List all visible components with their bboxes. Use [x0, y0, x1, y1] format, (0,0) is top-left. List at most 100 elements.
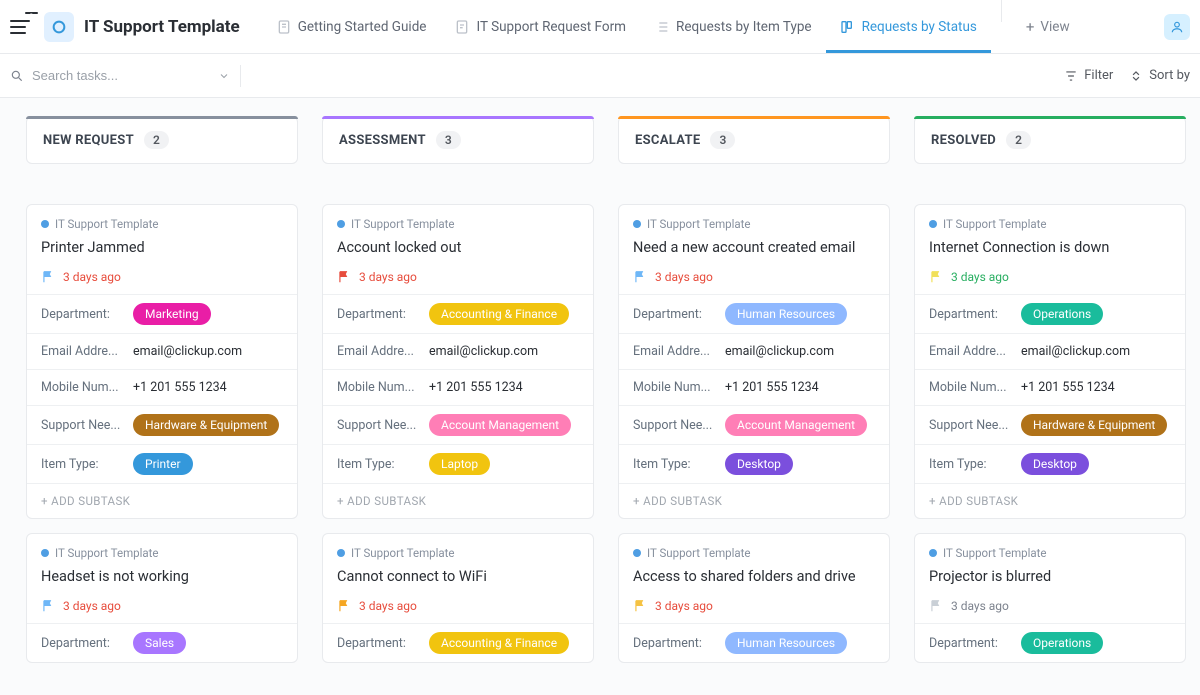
support-chip[interactable]: Account Management: [429, 414, 571, 436]
task-card[interactable]: IT Support Template Internet Connection …: [914, 204, 1186, 519]
tab-getting-started[interactable]: Getting Started Guide: [262, 0, 441, 53]
flag-icon[interactable]: [929, 599, 943, 613]
tab-by-status[interactable]: Requests by Status: [826, 0, 991, 53]
department-chip[interactable]: Human Resources: [725, 303, 847, 325]
add-view-button[interactable]: + View: [1012, 0, 1084, 53]
task-age: 3 days ago: [63, 270, 121, 284]
field-item-type: Item Type: Desktop: [915, 445, 1185, 484]
breadcrumb: IT Support Template: [337, 546, 579, 560]
field-label: Support Nee...: [41, 418, 123, 433]
support-chip[interactable]: Hardware & Equipment: [133, 414, 279, 436]
filter-button[interactable]: Filter: [1064, 68, 1113, 83]
field-label: Mobile Num...: [633, 380, 715, 395]
field-label: Department:: [633, 307, 715, 322]
field-department: Department: Sales: [27, 624, 297, 662]
field-label: Item Type:: [929, 457, 1011, 472]
search-icon: [10, 69, 24, 83]
status-dot-icon: [337, 220, 345, 228]
tab-label: Requests by Status: [862, 19, 977, 35]
department-chip[interactable]: Marketing: [133, 303, 211, 325]
flag-icon[interactable]: [633, 270, 647, 284]
column-title: ESCALATE: [635, 133, 700, 148]
tab-request-form[interactable]: IT Support Request Form: [440, 0, 640, 53]
field-label: Department:: [41, 307, 123, 322]
add-subtask-button[interactable]: + ADD SUBTASK: [27, 484, 297, 518]
department-chip[interactable]: Accounting & Finance: [429, 303, 569, 325]
field-email: Email Addre... email@clickup.com: [915, 334, 1185, 370]
field-item-type: Item Type: Desktop: [619, 445, 889, 484]
field-support: Support Nee... Account Management: [619, 406, 889, 445]
column-header[interactable]: NEW REQUEST 2: [26, 116, 298, 164]
department-chip[interactable]: Operations: [1021, 303, 1103, 325]
field-mobile: Mobile Num... +1 201 555 1234: [619, 370, 889, 406]
tab-by-item-type[interactable]: Requests by Item Type: [640, 0, 826, 53]
add-subtask-button[interactable]: + ADD SUBTASK: [619, 484, 889, 518]
flag-icon[interactable]: [929, 270, 943, 284]
item-type-chip[interactable]: Printer: [133, 453, 193, 475]
user-avatar[interactable]: [1164, 14, 1190, 40]
breadcrumb: IT Support Template: [633, 217, 875, 231]
task-card[interactable]: IT Support Template Projector is blurred…: [914, 533, 1186, 663]
item-type-chip[interactable]: Laptop: [429, 453, 490, 475]
status-dot-icon: [41, 549, 49, 557]
flag-icon[interactable]: [633, 599, 647, 613]
divider: [240, 65, 241, 87]
column-header[interactable]: RESOLVED 2: [914, 116, 1186, 164]
search-box[interactable]: [10, 68, 230, 83]
plus-icon: +: [1026, 18, 1035, 36]
tab-label: IT Support Request Form: [476, 19, 626, 35]
flag-icon[interactable]: [41, 599, 55, 613]
department-chip[interactable]: Operations: [1021, 632, 1103, 654]
task-title: Internet Connection is down: [929, 239, 1171, 256]
field-label: Email Addre...: [337, 344, 419, 359]
support-chip[interactable]: Hardware & Equipment: [1021, 414, 1167, 436]
task-age: 3 days ago: [63, 599, 121, 613]
field-label: Department:: [633, 636, 715, 651]
department-chip[interactable]: Accounting & Finance: [429, 632, 569, 654]
flag-icon[interactable]: [337, 599, 351, 613]
filter-icon: [1064, 69, 1078, 83]
notification-badge: 9: [25, 12, 38, 14]
department-chip[interactable]: Sales: [133, 632, 186, 654]
breadcrumb-label: IT Support Template: [943, 546, 1047, 560]
task-card[interactable]: IT Support Template Need a new account c…: [618, 204, 890, 519]
column-header[interactable]: ESCALATE 3: [618, 116, 890, 164]
task-card[interactable]: IT Support Template Printer Jammed 3 day…: [26, 204, 298, 519]
field-label: Item Type:: [41, 457, 123, 472]
column-count: 2: [1006, 131, 1031, 149]
menu-button[interactable]: 9: [10, 20, 30, 34]
task-card[interactable]: IT Support Template Access to shared fol…: [618, 533, 890, 663]
item-type-chip[interactable]: Desktop: [725, 453, 793, 475]
field-label: Department:: [337, 636, 419, 651]
search-input[interactable]: [32, 68, 172, 83]
task-age: 3 days ago: [359, 270, 417, 284]
item-type-chip[interactable]: Desktop: [1021, 453, 1089, 475]
department-chip[interactable]: Human Resources: [725, 632, 847, 654]
column-assess: ASSESSMENT 3 IT Support Template Account…: [322, 116, 594, 677]
column-resolved: RESOLVED 2 IT Support Template Internet …: [914, 116, 1186, 677]
column-header[interactable]: ASSESSMENT 3: [322, 116, 594, 164]
status-dot-icon: [633, 549, 641, 557]
support-chip[interactable]: Account Management: [725, 414, 867, 436]
chevron-down-icon[interactable]: [218, 70, 230, 82]
task-card[interactable]: IT Support Template Headset is not worki…: [26, 533, 298, 663]
field-item-type: Item Type: Printer: [27, 445, 297, 484]
sort-button[interactable]: Sort by: [1129, 68, 1190, 83]
add-subtask-button[interactable]: + ADD SUBTASK: [915, 484, 1185, 518]
add-subtask-button[interactable]: + ADD SUBTASK: [323, 484, 593, 518]
field-department: Department: Operations: [915, 295, 1185, 334]
tab-label: Getting Started Guide: [298, 19, 427, 35]
field-mobile: Mobile Num... +1 201 555 1234: [323, 370, 593, 406]
flag-icon[interactable]: [41, 270, 55, 284]
field-department: Department: Accounting & Finance: [323, 295, 593, 334]
flag-icon[interactable]: [337, 270, 351, 284]
field-support: Support Nee... Hardware & Equipment: [27, 406, 297, 445]
mobile-value: +1 201 555 1234: [133, 380, 227, 395]
field-label: Email Addre...: [929, 344, 1011, 359]
status-dot-icon: [929, 549, 937, 557]
task-card[interactable]: IT Support Template Cannot connect to Wi…: [322, 533, 594, 663]
workspace-icon[interactable]: [44, 12, 74, 42]
task-age: 3 days ago: [655, 270, 713, 284]
task-card[interactable]: IT Support Template Account locked out 3…: [322, 204, 594, 519]
email-value: email@clickup.com: [725, 344, 834, 359]
